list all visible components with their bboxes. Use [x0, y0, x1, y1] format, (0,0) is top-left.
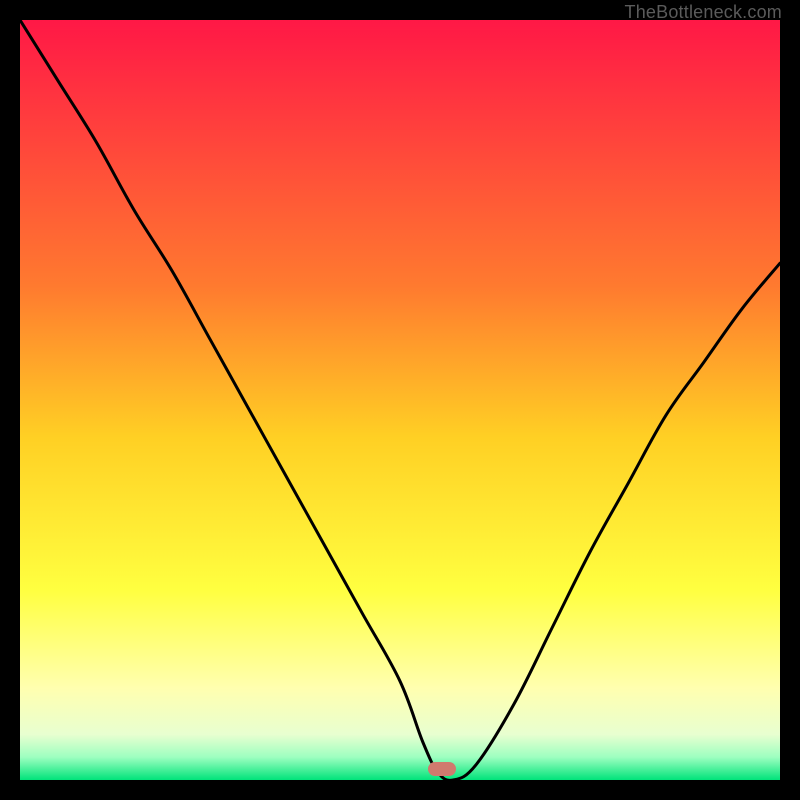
bottleneck-curve	[20, 20, 780, 780]
chart-frame: TheBottleneck.com	[20, 20, 780, 780]
curve-layer	[20, 20, 780, 780]
optimum-marker	[428, 762, 456, 776]
